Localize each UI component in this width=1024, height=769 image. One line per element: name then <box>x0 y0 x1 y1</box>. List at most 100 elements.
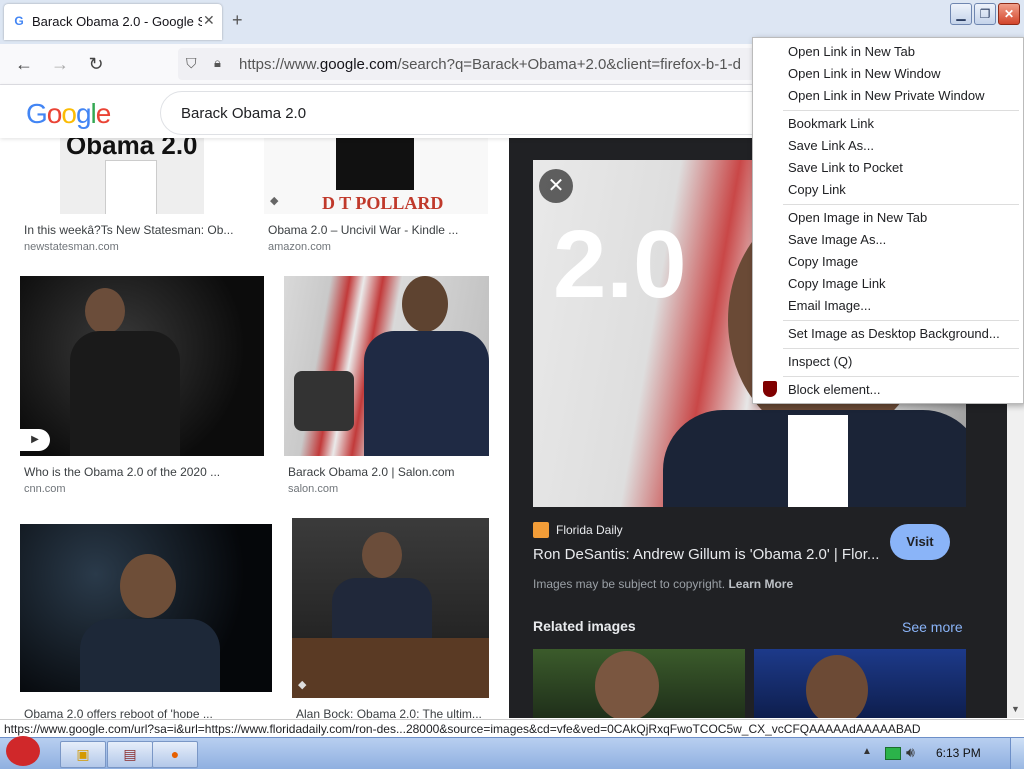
person-shape <box>402 276 448 332</box>
microphone-shape <box>294 371 354 431</box>
person-shape <box>806 655 868 718</box>
result-title[interactable]: Barack Obama 2.0 | Salon.com <box>288 465 488 479</box>
shield-icon[interactable]: ⛉ <box>186 55 197 72</box>
tab-close-icon[interactable]: ✕ <box>203 12 215 29</box>
result-title[interactable]: Alan Bock: Obama 2.0: The ultim... <box>296 707 486 718</box>
result-site[interactable]: salon.com <box>288 483 338 495</box>
learn-more-link[interactable]: Learn More <box>728 577 793 591</box>
person-shape <box>362 532 402 578</box>
google-logo[interactable]: Google <box>26 98 111 130</box>
tab-title: Barack Obama 2.0 - Google Search <box>32 14 202 29</box>
angry-bird-icon <box>6 736 40 766</box>
see-more-link[interactable]: See more <box>902 619 963 635</box>
result-image[interactable] <box>284 276 489 456</box>
menu-set-desktop-background[interactable]: Set Image as Desktop Background... <box>788 326 1000 341</box>
menu-save-link-as[interactable]: Save Link As... <box>788 138 874 153</box>
show-desktop-button[interactable] <box>1010 738 1024 769</box>
menu-save-image-as[interactable]: Save Image As... <box>788 232 886 247</box>
result-site[interactable]: amazon.com <box>268 241 331 253</box>
taskbar-app-media[interactable]: ▤ <box>107 741 153 768</box>
preview-title[interactable]: Ron DeSantis: Andrew Gillum is 'Obama 2.… <box>533 546 883 563</box>
person-shape <box>85 288 125 334</box>
window-close-button[interactable]: ✕ <box>998 3 1020 25</box>
person-shape <box>364 331 489 456</box>
result-image[interactable]: D T POLLARD ◆ <box>264 138 488 214</box>
result-image[interactable]: ◆ <box>292 518 489 698</box>
google-favicon-icon: G <box>14 14 24 28</box>
person-shape <box>595 651 659 718</box>
visit-button[interactable]: Visit <box>890 524 950 560</box>
menu-email-image[interactable]: Email Image... <box>788 298 871 313</box>
back-arrow-icon[interactable]: ← <box>12 52 36 76</box>
restore-button[interactable]: ❐ <box>974 3 996 25</box>
menu-copy-image[interactable]: Copy Image <box>788 254 858 269</box>
result-title[interactable]: Who is the Obama 2.0 of the 2020 ... <box>24 465 259 479</box>
menu-open-link-new-window[interactable]: Open Link in New Window <box>788 66 940 81</box>
new-tab-icon[interactable]: + <box>232 10 243 31</box>
taskbar: ▣ ▤ ● ▲ 🔊︎ 6:13 PM <box>0 736 1024 769</box>
status-bar: https://www.google.com/url?sa=i&url=http… <box>0 719 1024 738</box>
result-image[interactable]: Obama 2.0 <box>60 138 204 214</box>
result-image[interactable]: ▶ <box>20 276 264 456</box>
taskbar-clock[interactable]: 6:13 PM <box>936 746 981 760</box>
menu-separator <box>783 204 1019 205</box>
network-icon[interactable] <box>885 747 901 760</box>
podium-shape <box>292 638 489 698</box>
tag-icon: ◆ <box>270 195 279 207</box>
copyright-notice: Images may be subject to copyright. Lear… <box>533 577 794 591</box>
context-menu: Open Link in New Tab Open Link in New Wi… <box>752 37 1024 404</box>
person-shape <box>336 138 414 190</box>
forward-arrow-icon[interactable]: → <box>48 52 72 76</box>
shirt-shape <box>788 415 848 507</box>
menu-separator <box>783 110 1019 111</box>
play-icon: ▶ <box>20 429 50 451</box>
volume-icon[interactable]: 🔊︎ <box>906 744 915 761</box>
menu-open-link-new-tab[interactable]: Open Link in New Tab <box>788 44 915 59</box>
related-images-heading: Related images <box>533 618 636 634</box>
menu-save-link-to-pocket[interactable]: Save Link to Pocket <box>788 160 903 175</box>
lock-icon[interactable]: 🔒︎ <box>214 55 221 71</box>
florida-daily-icon <box>533 522 549 538</box>
minimize-button[interactable]: ▁ <box>950 3 972 25</box>
image-overlay-text: Obama 2.0 <box>66 138 198 160</box>
menu-block-element[interactable]: Block element... <box>788 382 881 397</box>
taskbar-app-firefox[interactable]: ● <box>152 741 198 768</box>
browser-tab[interactable]: G Barack Obama 2.0 - Google Search ✕ <box>4 4 222 40</box>
related-image[interactable] <box>533 649 745 718</box>
taskbar-app-explorer[interactable]: ▣ <box>60 741 106 768</box>
results-grid: Obama 2.0 In this weekâ?Ts New Statesman… <box>0 138 509 718</box>
menu-separator <box>783 320 1019 321</box>
source-name[interactable]: Florida Daily <box>556 523 623 537</box>
url-text[interactable]: https://www.google.com/search?q=Barack+O… <box>239 56 741 73</box>
url-bar[interactable]: ⛉ 🔒︎ https://www.google.com/search?q=Bar… <box>178 48 778 80</box>
result-site[interactable]: newstatesman.com <box>24 241 119 253</box>
menu-bookmark-link[interactable]: Bookmark Link <box>788 116 874 131</box>
related-image[interactable] <box>754 649 966 718</box>
search-input[interactable]: Barack Obama 2.0 <box>181 105 306 122</box>
person-shape <box>70 331 180 456</box>
close-panel-icon[interactable]: ✕ <box>539 169 573 203</box>
reload-icon[interactable]: ↻ <box>84 52 108 76</box>
google-search-box[interactable]: Barack Obama 2.0 <box>160 91 782 135</box>
menu-open-link-private-window[interactable]: Open Link in New Private Window <box>788 88 985 103</box>
start-button[interactable] <box>2 736 50 769</box>
result-title[interactable]: In this weekâ?Ts New Statesman: Ob... <box>24 223 239 237</box>
ublock-shield-icon <box>763 381 777 397</box>
result-site[interactable]: cnn.com <box>24 483 66 495</box>
person-shape <box>105 160 157 214</box>
result-image[interactable] <box>20 524 272 692</box>
scroll-down-icon[interactable]: ▼ <box>1011 704 1020 714</box>
preview-image-text: 2.0 <box>553 211 687 318</box>
result-title[interactable]: Obama 2.0 – Uncivil War - Kindle ... <box>268 223 478 237</box>
status-url: https://www.google.com/url?sa=i&url=http… <box>4 722 921 736</box>
menu-inspect[interactable]: Inspect (Q) <box>788 354 852 369</box>
person-shape <box>80 619 220 692</box>
menu-open-image-new-tab[interactable]: Open Image in New Tab <box>788 210 927 225</box>
menu-separator <box>783 376 1019 377</box>
menu-copy-image-link[interactable]: Copy Image Link <box>788 276 886 291</box>
result-title[interactable]: Obama 2.0 offers reboot of 'hope ... <box>24 707 269 718</box>
tray-expand-icon[interactable]: ▲ <box>862 746 872 757</box>
menu-copy-link[interactable]: Copy Link <box>788 182 846 197</box>
menu-separator <box>783 348 1019 349</box>
image-overlay-text: D T POLLARD <box>322 193 444 213</box>
